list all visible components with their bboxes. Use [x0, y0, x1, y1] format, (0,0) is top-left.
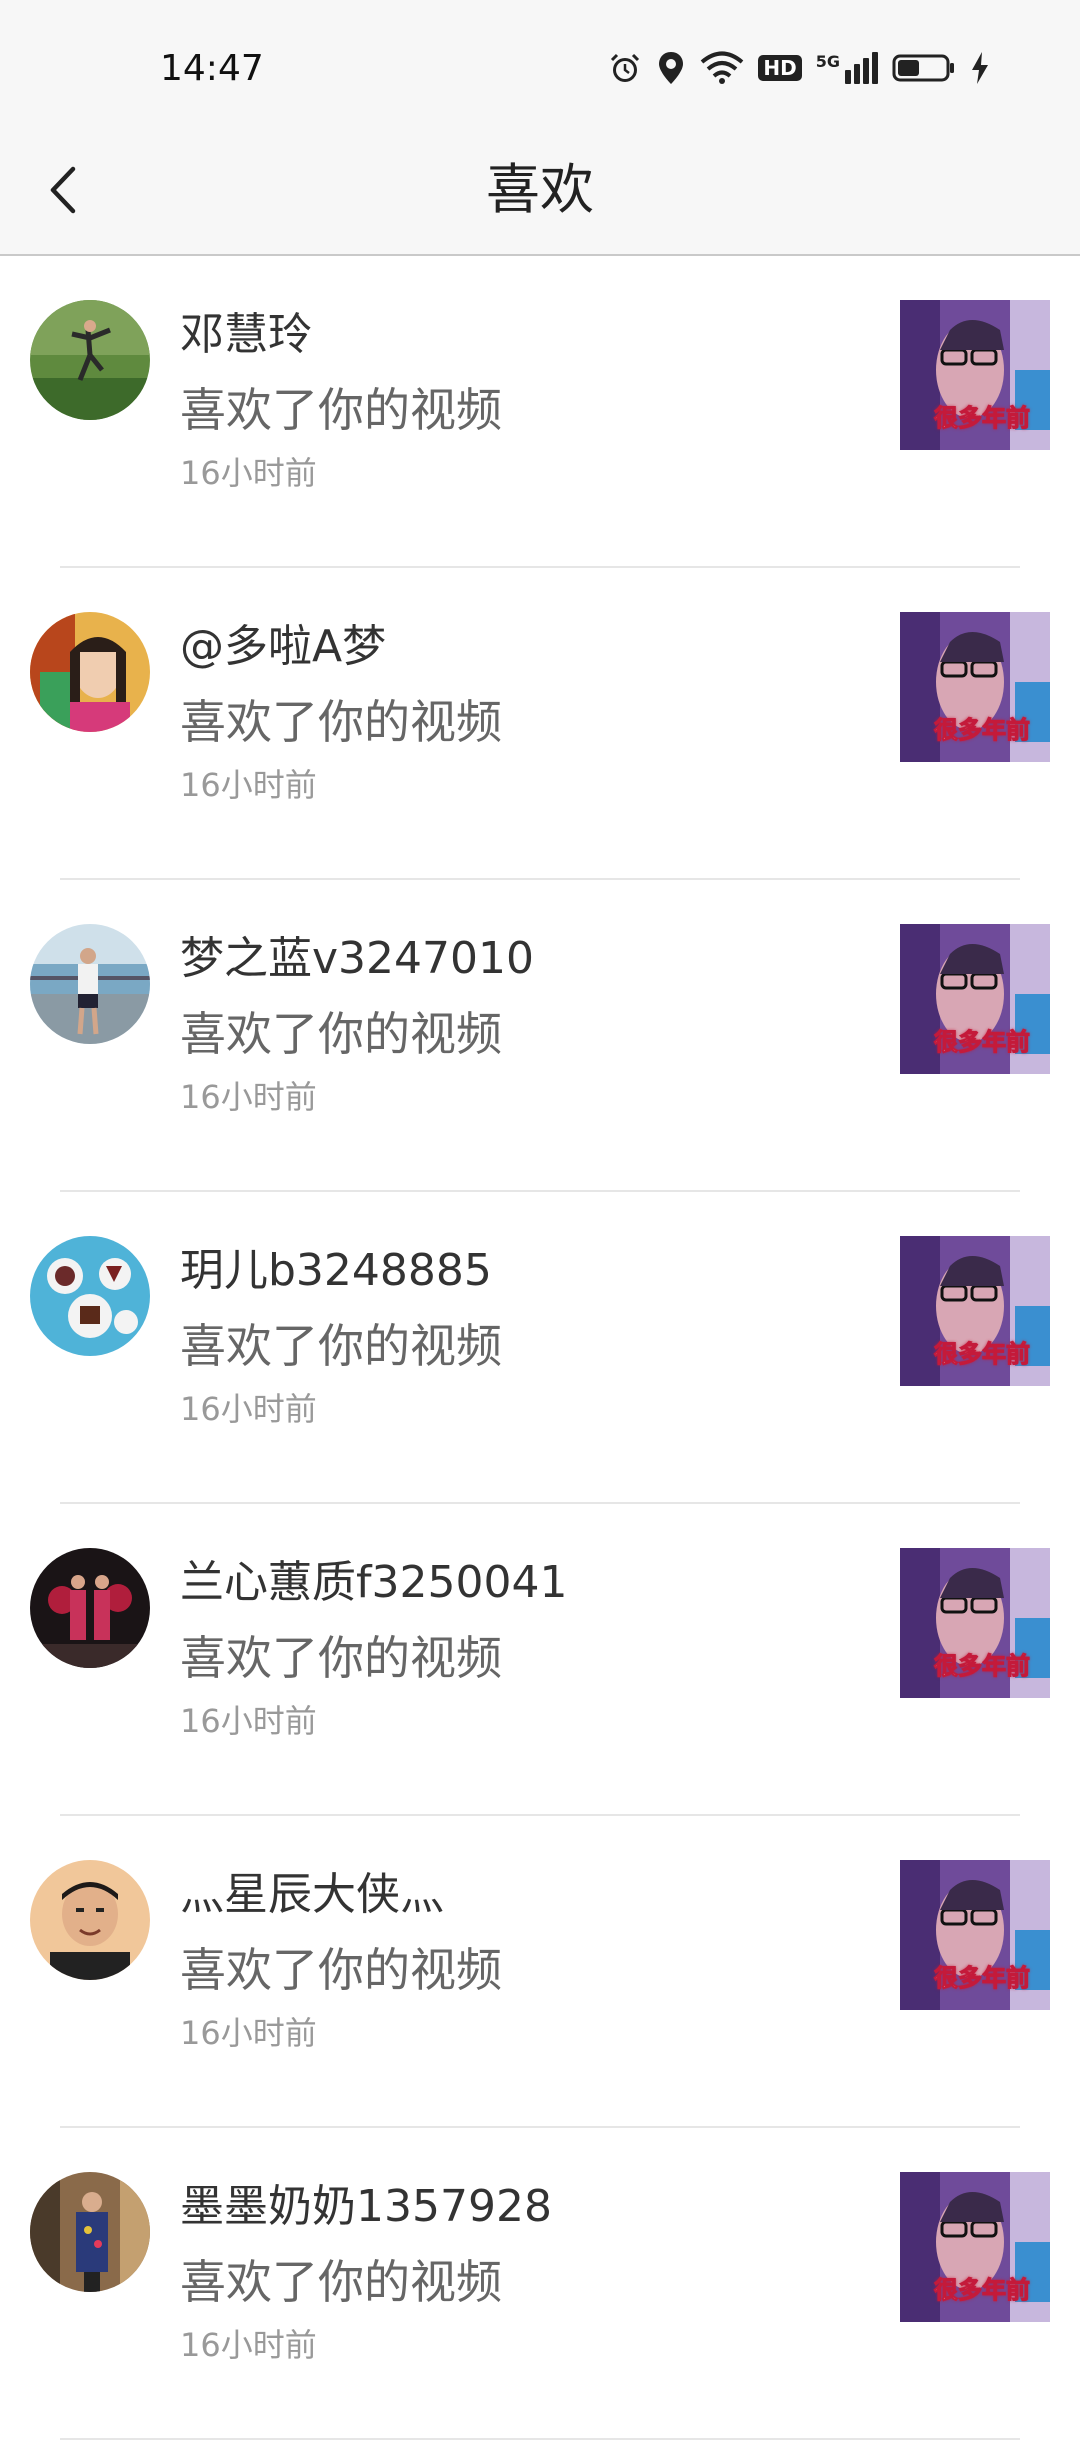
avatar[interactable] — [30, 1548, 150, 1668]
avatar[interactable] — [30, 612, 150, 732]
thumbnail-caption: 很多年前 — [934, 716, 1031, 745]
thumbnail-caption: 很多年前 — [934, 1028, 1031, 1057]
notification-text: 喜欢了你的视频 — [180, 383, 502, 437]
user-name[interactable]: 玥儿b3248885 — [180, 1234, 492, 1298]
avatar[interactable] — [30, 2172, 150, 2292]
video-thumbnail[interactable]: 很多年前 — [900, 1236, 1050, 1386]
user-name[interactable]: 墨墨奶奶1357928 — [180, 2170, 552, 2234]
alarm-icon — [608, 51, 642, 85]
user-name[interactable]: 邓慧玲 — [180, 298, 312, 362]
thumbnail-caption: 很多年前 — [934, 1652, 1031, 1681]
notification-text: 喜欢了你的视频 — [180, 1631, 502, 1685]
list-item[interactable]: 梦之蓝v3247010 喜欢了你的视频 16小时前 很多年前 — [0, 880, 1080, 1192]
thumbnail-caption: 很多年前 — [934, 1340, 1031, 1369]
avatar[interactable] — [30, 1236, 150, 1356]
video-thumbnail[interactable]: 很多年前 — [900, 300, 1050, 450]
user-name[interactable]: 梦之蓝v3247010 — [180, 922, 534, 986]
notification-text: 喜欢了你的视频 — [180, 1319, 502, 1373]
notification-text: 喜欢了你的视频 — [180, 695, 502, 749]
user-name[interactable]: @多啦A梦 — [180, 610, 386, 674]
hd-icon: HD — [758, 55, 802, 81]
video-thumbnail[interactable]: 很多年前 — [900, 2172, 1050, 2322]
list-item[interactable]: 兰心蕙质f3250041 喜欢了你的视频 16小时前 很多年前 — [0, 1504, 1080, 1816]
timestamp: 16小时前 — [180, 766, 317, 804]
timestamp: 16小时前 — [180, 2326, 317, 2364]
video-thumbnail[interactable]: 很多年前 — [900, 1548, 1050, 1698]
video-thumbnail[interactable]: 很多年前 — [900, 1860, 1050, 2010]
user-name[interactable]: 灬星辰大侠灬 — [180, 1858, 444, 1922]
timestamp: 16小时前 — [180, 1078, 317, 1116]
list-item[interactable]: 邓慧玲 喜欢了你的视频 16小时前 很多年前 — [0, 256, 1080, 568]
thumbnail-caption: 很多年前 — [934, 404, 1031, 433]
timestamp: 16小时前 — [180, 1390, 317, 1428]
status-time: 14:47 — [160, 48, 264, 89]
status-icons: HD 5G — [608, 48, 990, 88]
notification-text: 喜欢了你的视频 — [180, 2255, 502, 2309]
avatar[interactable] — [30, 1860, 150, 1980]
signal-5g-icon: 5G — [816, 52, 878, 84]
user-name[interactable]: 兰心蕙质f3250041 — [180, 1546, 567, 1610]
thumbnail-caption: 很多年前 — [934, 2276, 1031, 2305]
notification-text: 喜欢了你的视频 — [180, 1943, 502, 1997]
avatar[interactable] — [30, 924, 150, 1044]
network-label: 5G — [815, 52, 840, 71]
page-title: 喜欢 — [486, 158, 594, 221]
list-item[interactable]: 灬星辰大侠灬 喜欢了你的视频 16小时前 很多年前 — [0, 1816, 1080, 2128]
list-item[interactable]: @多啦A梦 喜欢了你的视频 16小时前 很多年前 — [0, 568, 1080, 880]
nav-bar: 喜欢 — [0, 130, 1080, 256]
notification-text: 喜欢了你的视频 — [180, 1007, 502, 1061]
location-icon — [656, 50, 686, 86]
wifi-icon — [700, 51, 744, 85]
likes-list: 邓慧玲 喜欢了你的视频 16小时前 很多年前 @多啦A梦 喜欢了你的视频 16小… — [0, 256, 1080, 2440]
list-item[interactable]: 墨墨奶奶1357928 喜欢了你的视频 16小时前 很多年前 — [0, 2128, 1080, 2440]
video-thumbnail[interactable]: 很多年前 — [900, 924, 1050, 1074]
battery-icon — [892, 53, 956, 83]
status-bar: 14:47 HD 5G — [0, 0, 1080, 130]
list-item[interactable]: 玥儿b3248885 喜欢了你的视频 16小时前 很多年前 — [0, 1192, 1080, 1504]
timestamp: 16小时前 — [180, 2014, 317, 2052]
charging-icon — [970, 51, 990, 85]
video-thumbnail[interactable]: 很多年前 — [900, 612, 1050, 762]
avatar[interactable] — [30, 300, 150, 420]
timestamp: 16小时前 — [180, 1702, 317, 1740]
thumbnail-caption: 很多年前 — [934, 1964, 1031, 1993]
timestamp: 16小时前 — [180, 454, 317, 492]
